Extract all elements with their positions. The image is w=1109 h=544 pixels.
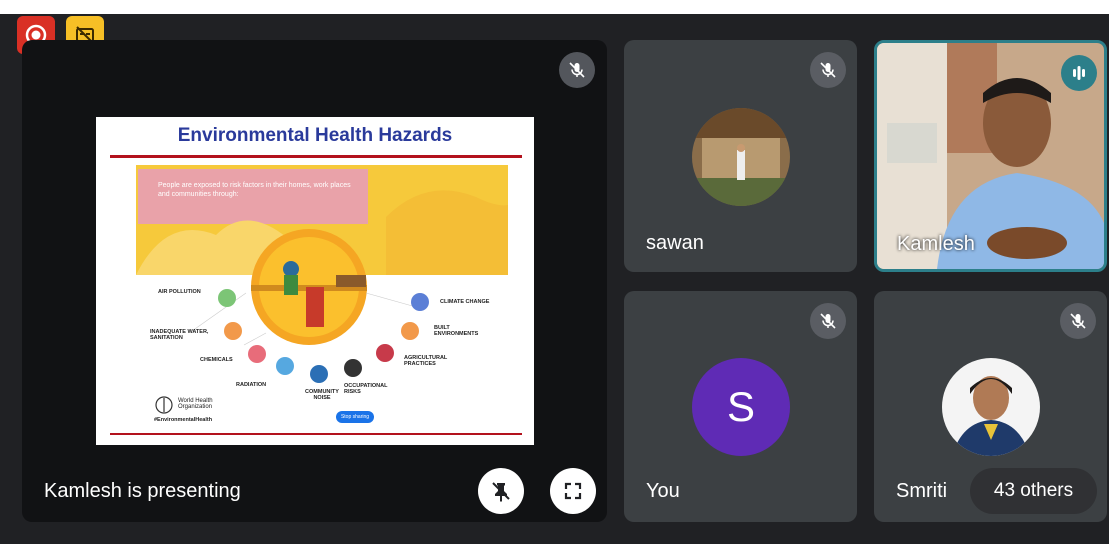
- mic-off-icon: [569, 62, 585, 78]
- smriti-avatar: [942, 358, 1040, 456]
- noise-icon: [310, 365, 328, 383]
- participant-name-sawan: sawan: [646, 232, 704, 254]
- climate-icon: [411, 293, 429, 311]
- participant-name-you: You: [646, 480, 680, 502]
- air-pollution-icon: [218, 289, 236, 307]
- slide-intro: People are exposed to risk factors in th…: [158, 182, 351, 198]
- hazard-built: BUILT ENVIRONMENTS: [434, 325, 479, 337]
- hazard-radiation: RADIATION: [236, 382, 267, 388]
- footer-rule: [110, 433, 522, 435]
- hazard-agricultural: AGRICULTURAL PRACTICES: [404, 355, 448, 367]
- top-strip: [0, 0, 1109, 14]
- presenter-mic-off-indicator: [559, 52, 595, 88]
- presenting-label: Kamlesh is presenting: [44, 480, 241, 502]
- sawan-mic-off-indicator: [810, 52, 846, 88]
- pin-off-icon: [492, 482, 510, 502]
- sawan-avatar: [692, 108, 790, 206]
- mic-off-icon: [1070, 313, 1086, 329]
- agriculture-icon: [376, 344, 394, 362]
- built-env-icon: [401, 322, 419, 340]
- participant-name-kamlesh: Kamlesh: [897, 233, 975, 255]
- hazard-air-pollution: AIR POLLUTION: [158, 289, 201, 295]
- water-icon: [224, 322, 242, 340]
- participant-tile-kamlesh[interactable]: Kamlesh: [874, 40, 1107, 272]
- who-name: World Health Organization: [178, 398, 213, 410]
- who-logo-icon: [155, 396, 173, 414]
- slide-stop-sharing-chip: Stop sharing: [336, 411, 374, 423]
- mic-off-icon: [820, 313, 836, 329]
- slide-hashtag: #EnvironmentalHealth: [154, 417, 213, 423]
- participant-tile-sawan[interactable]: sawan: [624, 40, 857, 272]
- hazard-noise: COMMUNITY NOISE: [305, 389, 339, 401]
- shared-slide: Environmental Health Hazards People are …: [96, 117, 534, 445]
- participant-tile-you[interactable]: S You: [624, 291, 857, 522]
- fullscreen-icon: [564, 482, 582, 500]
- fullscreen-button[interactable]: [550, 468, 596, 514]
- chemicals-icon: [248, 345, 266, 363]
- unpin-button[interactable]: [478, 468, 524, 514]
- you-avatar: S: [692, 358, 790, 456]
- hazard-chemicals: CHEMICALS: [200, 357, 233, 363]
- audio-level-icon: [1073, 66, 1085, 80]
- you-mic-off-indicator: [810, 303, 846, 339]
- hazard-water: INADEQUATE WATER, SANITATION: [150, 329, 209, 341]
- mic-off-icon: [820, 62, 836, 78]
- radiation-icon: [276, 357, 294, 375]
- others-count-button[interactable]: 43 others: [970, 468, 1097, 514]
- smriti-mic-off-indicator: [1060, 303, 1096, 339]
- hazard-occupational: OCCUPATIONAL RISKS: [344, 383, 388, 395]
- hazard-climate: CLIMATE CHANGE: [440, 299, 490, 305]
- occupational-icon: [344, 359, 362, 377]
- participant-name-smriti: Smriti: [896, 480, 948, 502]
- kamlesh-speaking-indicator: [1061, 55, 1097, 91]
